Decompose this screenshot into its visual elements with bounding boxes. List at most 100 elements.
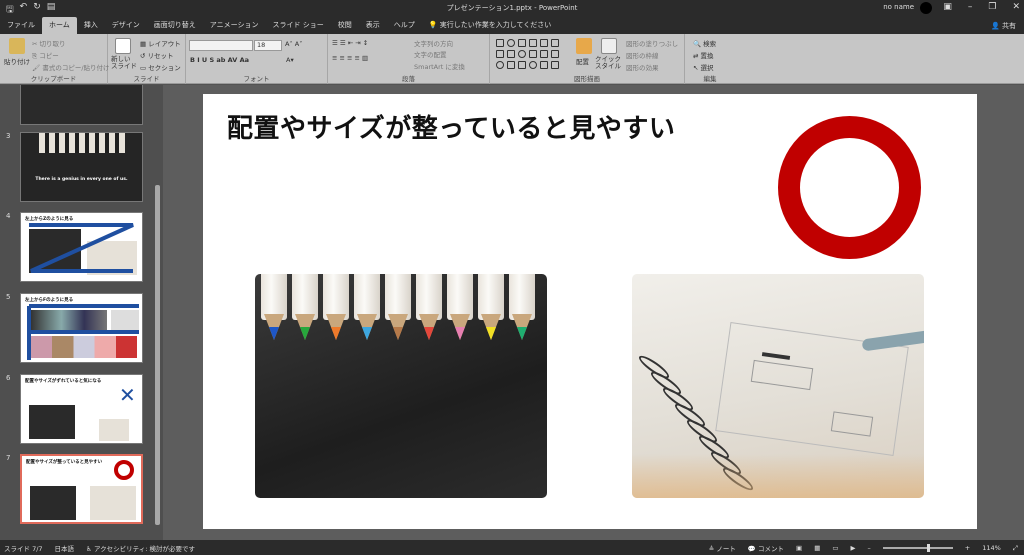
new-slide-button[interactable]: 新しい スライド	[111, 56, 139, 70]
slideshow-icon[interactable]: ▶	[851, 544, 856, 552]
reset-button[interactable]: ↺ リセット	[140, 50, 174, 60]
find-button[interactable]: 🔍 検索	[693, 38, 716, 48]
share-button[interactable]: 👤 共有	[991, 21, 1016, 31]
user-name[interactable]: no name	[883, 3, 914, 11]
notes-button[interactable]: ≜ ノート	[709, 543, 736, 553]
tab-transitions[interactable]: 画面切り替え	[147, 17, 203, 34]
zoom-out-icon[interactable]: –	[868, 544, 871, 552]
layout-button[interactable]: ▦ レイアウト	[140, 38, 181, 48]
zoom-slider-knob[interactable]	[926, 544, 930, 552]
shape-item[interactable]	[529, 39, 537, 47]
copy-button[interactable]: ⎘ コピー	[32, 50, 59, 61]
shape-item[interactable]	[540, 50, 548, 58]
pencil	[261, 274, 287, 344]
format-painter-button[interactable]: 🖌 書式のコピー/貼り付け	[32, 62, 110, 72]
tab-help[interactable]: ヘルプ	[387, 17, 422, 34]
shape-item[interactable]	[529, 50, 537, 58]
shape-item[interactable]	[507, 39, 515, 47]
section-icon: ▭	[140, 64, 147, 72]
text-direction-button[interactable]: 文字列の方向	[414, 38, 453, 48]
cut-button[interactable]: ✂ 切り取り	[32, 38, 66, 48]
shape-item[interactable]	[518, 39, 526, 47]
restore-icon[interactable]: ❐	[988, 2, 996, 12]
cross-mark-icon: ✕	[119, 383, 136, 407]
thumbnail-scrollbar[interactable]	[154, 85, 160, 540]
shape-item[interactable]	[507, 50, 515, 58]
scrollbar-thumb[interactable]	[155, 185, 160, 525]
shape-item[interactable]	[551, 61, 559, 69]
slide-thumbnail-selected[interactable]: 配置やサイズが整っていると見やすい	[20, 454, 143, 524]
red-circle-shape[interactable]	[778, 116, 921, 259]
thumb-image	[99, 419, 129, 441]
align-text-button[interactable]: 文字の配置	[414, 49, 447, 59]
comments-button[interactable]: 💬 コメント	[748, 543, 784, 553]
zoom-level[interactable]: 114%	[982, 544, 1001, 552]
shape-item[interactable]	[518, 50, 526, 58]
tab-animations[interactable]: アニメーション	[203, 17, 266, 34]
slide-title[interactable]: 配置やサイズが整っていると見やすい	[227, 108, 675, 145]
font-color-icon[interactable]: A▾	[286, 56, 294, 64]
shape-item[interactable]	[496, 50, 504, 58]
shape-outline-button[interactable]: 図形の枠線	[626, 50, 659, 60]
paste-icon[interactable]	[9, 38, 25, 54]
slide-canvas[interactable]: 配置やサイズが整っていると見やすい	[203, 94, 977, 529]
font-format-buttons[interactable]: B I U S ab AV Aa	[190, 56, 249, 64]
font-size-combo[interactable]: 18	[254, 40, 282, 51]
reading-view-icon[interactable]: ▭	[832, 544, 838, 552]
zoom-slider[interactable]	[882, 544, 953, 552]
shape-fill-button[interactable]: 図形の塗りつぶし	[626, 38, 678, 48]
shape-item[interactable]	[540, 61, 548, 69]
share-label: 共有	[1002, 22, 1016, 30]
shape-item[interactable]	[551, 50, 559, 58]
ribbon-display-options-icon[interactable]: ▣	[943, 2, 952, 12]
slide-thumbnail[interactable]	[20, 85, 143, 125]
replace-button[interactable]: ⇄ 置換	[693, 50, 714, 60]
shape-item[interactable]	[518, 61, 526, 69]
accessibility-status[interactable]: ♿ アクセシビリティ: 検討が必要です	[86, 543, 195, 553]
slide-thumbnail[interactable]: There is a genius in every one of us.	[20, 132, 143, 202]
tab-view[interactable]: 表示	[359, 17, 387, 34]
shape-effects-button[interactable]: 図形の効果	[626, 62, 659, 72]
shape-item[interactable]	[551, 39, 559, 47]
grow-font-icon[interactable]: A˄ A˅	[285, 40, 302, 48]
tab-slideshow[interactable]: スライド ショー	[266, 17, 331, 34]
tab-insert[interactable]: 挿入	[77, 17, 105, 34]
font-name-combo[interactable]	[189, 40, 253, 51]
quick-styles-icon[interactable]	[601, 38, 617, 54]
section-button[interactable]: ▭ セクション	[140, 62, 181, 72]
close-icon[interactable]: ✕	[1012, 2, 1020, 12]
shape-item[interactable]	[496, 61, 504, 69]
tell-me-box[interactable]: 💡 実行したい作業を入力してください	[422, 17, 559, 34]
arrange-button[interactable]: 配置	[576, 56, 589, 66]
normal-view-icon[interactable]: ▣	[796, 544, 802, 552]
quick-styles-button[interactable]: クイック スタイル	[595, 56, 623, 70]
tab-design[interactable]: デザイン	[105, 17, 147, 34]
new-slide-icon[interactable]	[115, 38, 131, 54]
slide-thumbnail[interactable]: 左上からFのように見る	[20, 293, 143, 363]
slide-sorter-icon[interactable]: ▦	[814, 544, 820, 552]
language-indicator[interactable]: 日本語	[55, 543, 75, 553]
bullets-icon[interactable]: ☰ ☰ ⇤ ⇥ ↕	[332, 39, 368, 47]
copy-icon: ⎘	[32, 52, 38, 60]
tab-file[interactable]: ファイル	[0, 17, 42, 34]
slide-number: 3	[6, 132, 11, 140]
minimize-icon[interactable]: –	[968, 2, 973, 12]
align-icons[interactable]: ≡ ≡ ≡ ≡ ▥	[332, 54, 368, 62]
arrange-icon[interactable]	[576, 38, 592, 54]
shape-item[interactable]	[540, 39, 548, 47]
tab-review[interactable]: 校閲	[331, 17, 359, 34]
tab-home[interactable]: ホーム	[42, 17, 77, 34]
slide-thumbnail[interactable]: 配置やサイズがずれていると気になる ✕	[20, 374, 143, 444]
zoom-in-icon[interactable]: +	[965, 544, 970, 552]
slide-thumbnail[interactable]: 左上からZのように見る	[20, 212, 143, 282]
shape-item[interactable]	[496, 39, 504, 47]
notebook-sketch-image[interactable]	[632, 274, 924, 498]
pencils-image[interactable]	[255, 274, 547, 498]
fit-to-window-icon[interactable]: ⤢	[1013, 544, 1018, 553]
avatar[interactable]	[920, 2, 932, 14]
smartart-button[interactable]: SmartArt に変換	[414, 61, 465, 71]
select-button[interactable]: ↖ 選択	[693, 62, 714, 72]
shape-item[interactable]	[507, 61, 515, 69]
paste-button[interactable]: 貼り付け	[4, 56, 30, 66]
shape-item[interactable]	[529, 61, 537, 69]
